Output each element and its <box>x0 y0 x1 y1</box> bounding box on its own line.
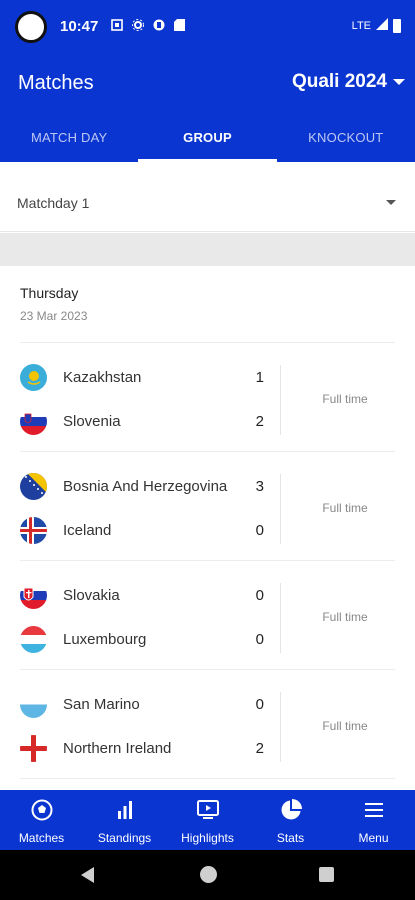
team-score: 0 <box>255 695 264 713</box>
san-marino-flag-icon <box>20 690 47 718</box>
northern-ireland-flag-icon <box>20 734 47 762</box>
day-header: Thursday 23 Mar 2023 <box>20 285 87 323</box>
system-navigation-bar <box>0 850 415 900</box>
nav-stats[interactable]: Stats <box>249 790 332 850</box>
section-divider <box>0 233 415 266</box>
app-header: Matches Quali 2024 MATCH DAY GROUP KNOCK… <box>0 52 415 162</box>
signal-icon <box>376 18 388 33</box>
nav-menu[interactable]: Menu <box>332 790 415 850</box>
team-name: San Marino <box>63 695 140 713</box>
home-team: Slovakia 0 <box>20 581 280 609</box>
tab-bar: MATCH DAY GROUP KNOCKOUT <box>0 120 415 162</box>
home-team: San Marino 0 <box>20 690 280 718</box>
match-card[interactable]: Bosnia And Herzegovina 3 Iceland 0 Full … <box>20 451 395 560</box>
column-divider <box>280 692 281 762</box>
slovakia-flag-icon <box>20 581 47 609</box>
bar-chart-icon <box>113 798 137 827</box>
nav-standings[interactable]: Standings <box>83 790 166 850</box>
away-team: Northern Ireland 2 <box>20 734 280 762</box>
match-status: Full time <box>322 610 368 624</box>
soccer-ball-icon <box>30 798 54 827</box>
nav-label: Stats <box>276 831 305 845</box>
team-score: 1 <box>255 368 264 386</box>
season-label: Quali 2024 <box>291 71 387 92</box>
team-name: Iceland <box>63 521 112 539</box>
page-title: Matches <box>18 72 94 94</box>
back-icon[interactable] <box>81 867 94 883</box>
battery-icon <box>393 18 401 33</box>
column-divider <box>280 583 281 653</box>
dropdown-arrow-icon <box>386 200 396 205</box>
nav-label: Standings <box>97 831 152 845</box>
day-name: Thursday <box>20 285 79 301</box>
home-icon[interactable] <box>200 866 217 883</box>
home-team: Bosnia And Herzegovina 3 <box>20 472 280 500</box>
match-status: Full time <box>322 719 368 733</box>
team-score: 2 <box>255 739 264 757</box>
status-time: 10:47 <box>60 18 99 35</box>
home-team: Kazakhstan 1 <box>20 363 280 391</box>
play-screen-icon <box>196 798 220 827</box>
hamburger-icon <box>362 798 386 827</box>
matchday-selector[interactable]: Matchday 1 <box>0 162 415 232</box>
column-divider <box>280 365 281 435</box>
nav-label: Matches <box>18 831 65 845</box>
bosnia-flag-icon <box>20 472 47 500</box>
team-name: Slovenia <box>63 412 121 430</box>
bottom-navigation: Matches Standings Highlights Stats Menu <box>0 790 415 850</box>
matchday-label: Matchday 1 <box>17 195 90 211</box>
nav-highlights[interactable]: Highlights <box>166 790 249 850</box>
settings-icon <box>131 18 144 31</box>
day-date: 23 Mar 2023 <box>20 309 88 323</box>
away-team: Luxembourg 0 <box>20 625 280 653</box>
tab-group[interactable]: GROUP <box>138 120 277 162</box>
tab-knockout[interactable]: KNOCKOUT <box>277 120 415 162</box>
team-name: Northern Ireland <box>63 739 172 757</box>
team-name: Bosnia And Herzegovina <box>63 477 228 495</box>
season-dropdown[interactable]: Quali 2024 <box>292 71 405 93</box>
status-bar: 10:47 LTE <box>0 0 415 52</box>
kazakhstan-flag-icon <box>20 363 47 391</box>
match-list[interactable]: Thursday 23 Mar 2023 Kazakhstan 1 Sloven… <box>0 266 415 790</box>
team-score: 3 <box>255 477 264 495</box>
camera-cutout <box>15 11 47 43</box>
chevron-down-icon <box>393 79 405 85</box>
team-score: 0 <box>255 630 264 648</box>
match-card[interactable]: Kazakhstan 1 Slovenia 2 Full time <box>20 342 395 451</box>
luxembourg-flag-icon <box>20 625 47 653</box>
pie-chart-icon <box>279 798 303 827</box>
sdcard-icon <box>173 18 186 31</box>
match-card[interactable]: Slovakia 0 Luxembourg 0 Full time <box>20 560 395 669</box>
match-status: Full time <box>322 392 368 406</box>
team-name: Kazakhstan <box>63 368 142 386</box>
team-score: 2 <box>255 412 264 430</box>
away-team: Slovenia 2 <box>20 407 280 435</box>
match-card[interactable] <box>20 778 395 790</box>
column-divider <box>280 474 281 544</box>
match-status: Full time <box>322 501 368 515</box>
slovenia-flag-icon <box>20 407 47 435</box>
team-name: Slovakia <box>63 586 120 604</box>
team-score: 0 <box>255 521 264 539</box>
iceland-flag-icon <box>20 516 47 544</box>
app-icon <box>152 18 165 31</box>
status-right: LTE <box>352 18 401 33</box>
status-icons <box>110 18 186 31</box>
team-name: Luxembourg <box>63 630 147 648</box>
nav-label: Menu <box>358 831 389 845</box>
match-card[interactable]: San Marino 0 Northern Ireland 2 Full tim… <box>20 669 395 778</box>
nav-matches[interactable]: Matches <box>0 790 83 850</box>
away-team: Iceland 0 <box>20 516 280 544</box>
nav-label: Highlights <box>181 831 234 845</box>
nfc-icon <box>110 18 123 31</box>
recent-apps-icon[interactable] <box>319 867 334 882</box>
network-label: LTE <box>351 19 371 32</box>
team-score: 0 <box>255 586 264 604</box>
tab-match-day[interactable]: MATCH DAY <box>0 120 138 162</box>
